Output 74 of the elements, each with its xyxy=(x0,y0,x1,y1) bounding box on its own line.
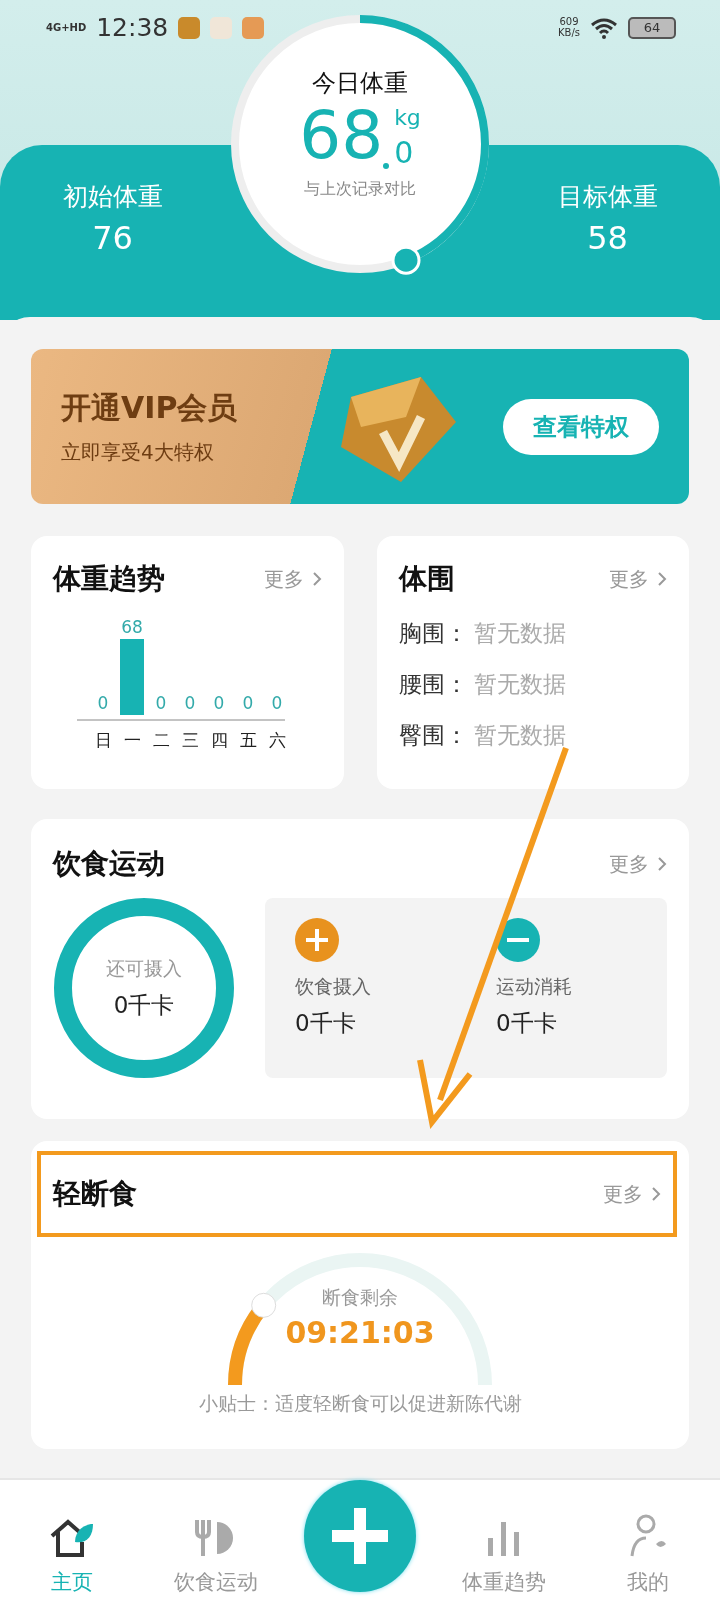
more-link[interactable]: 更多 xyxy=(263,565,322,593)
value-label: 0 xyxy=(213,693,225,713)
measure-value: 暂无数据 xyxy=(473,619,566,648)
more-link[interactable]: 更多 xyxy=(609,850,667,878)
weight-value: 68 xyxy=(299,103,384,169)
remaining-label: 还可摄入 xyxy=(106,955,182,981)
measure-label: 腰围： xyxy=(398,670,468,699)
nav-tab[interactable]: 体重趋势 xyxy=(432,1518,576,1600)
app-icon xyxy=(242,16,265,39)
compare-caption: 与上次记录对比 xyxy=(304,179,416,200)
wifi-icon xyxy=(590,16,618,39)
minus-icon[interactable] xyxy=(496,918,540,962)
value-label: 68 xyxy=(121,617,143,637)
measure-value: 暂无数据 xyxy=(473,670,566,699)
chevron-icon xyxy=(651,1186,661,1202)
card-title: 体围 xyxy=(398,561,455,597)
person-icon xyxy=(628,1514,668,1558)
value-label: 0 xyxy=(271,693,283,713)
value-label: 0 xyxy=(155,693,167,713)
clock: 12:38 xyxy=(96,13,169,42)
axis-label: 日 xyxy=(94,730,112,750)
measure-value: 暂无数据 xyxy=(473,721,566,750)
value-label: 0 xyxy=(97,693,109,713)
measure-label: 胸围： xyxy=(398,619,468,648)
battery-indicator: 64 xyxy=(628,16,676,39)
card-title: 轻断食 xyxy=(53,1176,137,1212)
calorie-label: 饮食摄入 xyxy=(295,974,371,999)
target-weight-value: 58 xyxy=(587,219,628,257)
vip-title: 开通VIP会员 xyxy=(61,388,239,427)
weight-decimal: 0 xyxy=(394,136,414,169)
card-title: 体重趋势 xyxy=(53,561,165,597)
weight-unit: kg xyxy=(394,105,421,130)
app-icon xyxy=(178,16,201,39)
target-weight-label: 目标体重 xyxy=(557,181,658,213)
calorie-value: 0千卡 xyxy=(496,1009,558,1038)
chevron-icon xyxy=(657,571,667,587)
plus-icon xyxy=(332,1508,388,1564)
axis-label: 四 xyxy=(210,730,228,750)
axis-label: 六 xyxy=(268,730,286,750)
plus-icon[interactable] xyxy=(295,918,339,962)
value-label: 0 xyxy=(242,693,254,713)
chevron-icon xyxy=(311,571,322,587)
view-privileges-button[interactable]: 查看特权 xyxy=(503,398,659,455)
chevron-icon xyxy=(657,856,667,872)
more-link[interactable]: 更多 xyxy=(609,565,667,593)
fasting-timer: 09:21:03 xyxy=(285,1315,435,1350)
start-weight-label: 初始体重 xyxy=(62,181,163,213)
nav-tab[interactable]: 主页 xyxy=(0,1518,144,1600)
remaining-value: 0千卡 xyxy=(113,990,175,1020)
home-icon xyxy=(49,1518,95,1558)
card-title: 饮食运动 xyxy=(53,846,165,882)
axis-label: 五 xyxy=(239,730,257,750)
axis-label: 二 xyxy=(152,730,170,750)
speed-value: 609 xyxy=(559,17,579,28)
vip-subtitle: 立即享受4大特权 xyxy=(61,438,215,466)
fasting-label: 断食剩余 xyxy=(322,1285,398,1310)
start-weight-value: 76 xyxy=(92,219,133,257)
axis-label: 一 xyxy=(123,730,141,750)
calorie-label: 运动消耗 xyxy=(496,974,572,999)
calorie-value: 0千卡 xyxy=(295,1009,357,1038)
fasting-tip: 小贴士：适度轻断食可以促进新陈代谢 xyxy=(198,1391,522,1416)
network-label: 4G+HD xyxy=(46,22,87,33)
today-weight-title: 今日体重 xyxy=(312,68,408,99)
nav-tab[interactable]: 饮食运动 xyxy=(144,1518,288,1600)
add-button[interactable] xyxy=(304,1480,416,1592)
axis-label: 三 xyxy=(181,730,199,750)
more-link[interactable]: 更多 xyxy=(603,1180,661,1208)
nav-tab[interactable]: 我的 xyxy=(576,1514,720,1600)
decimal-point xyxy=(383,163,390,169)
app-icon xyxy=(210,16,233,39)
measure-label: 臀围： xyxy=(398,721,468,750)
speed-unit: KB/s xyxy=(558,27,580,38)
vip-banner[interactable]: 开通VIP会员 立即享受4大特权 查看特权 xyxy=(31,349,689,504)
value-label: 0 xyxy=(184,693,196,713)
